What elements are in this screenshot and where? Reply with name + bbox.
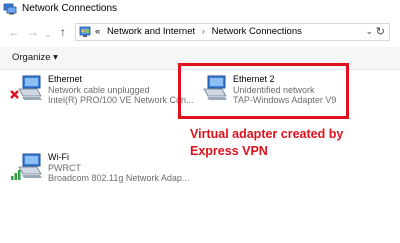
connection-status: Network cable unplugged bbox=[48, 84, 150, 95]
connection-details: Wi-Fi PWRCT Broadcom 802.11g Network Ada… bbox=[48, 152, 189, 184]
address-bar[interactable]: « Network and Internet › Network Connect… bbox=[75, 23, 390, 41]
navigation-row: ← → ⌄ ↑ « Network and Internet › Network… bbox=[0, 20, 400, 46]
up-arrow-icon[interactable]: ↑ bbox=[60, 25, 66, 39]
breadcrumb-network-and-internet[interactable]: Network and Internet bbox=[107, 26, 195, 37]
title-bar: Network Connections bbox=[0, 0, 400, 20]
organize-button[interactable]: Organize ▾ bbox=[12, 52, 58, 63]
address-dropdown-icon[interactable]: ⌄ bbox=[365, 26, 373, 37]
connection-details: Ethernet Network cable unplugged Intel(R… bbox=[48, 74, 194, 106]
wifi-icon bbox=[11, 153, 42, 180]
refresh-icon[interactable]: ↻ bbox=[376, 25, 385, 38]
recent-locations-chevron-icon[interactable]: ⌄ bbox=[44, 27, 52, 41]
window-title: Network Connections bbox=[22, 3, 118, 14]
back-arrow-icon[interactable]: ← bbox=[8, 25, 20, 39]
connection-wifi[interactable]: Wi-Fi PWRCT Broadcom 802.11g Network Ada… bbox=[10, 152, 200, 186]
forward-arrow-icon[interactable]: → bbox=[27, 25, 39, 39]
connection-status: PWRCT bbox=[48, 162, 81, 173]
ethernet-disconnected-icon bbox=[10, 75, 42, 100]
connection-adapter: Intel(R) PRO/100 VE Network Con... bbox=[48, 95, 194, 105]
annotation-text: Virtual adapter created by Express VPN bbox=[190, 127, 344, 158]
connection-name: Wi-Fi bbox=[48, 152, 69, 162]
network-connections-icon bbox=[3, 3, 17, 15]
breadcrumb-overflow[interactable]: « bbox=[95, 26, 100, 37]
breadcrumb-separator[interactable]: › bbox=[202, 26, 205, 37]
highlight-box bbox=[178, 63, 349, 119]
connection-adapter: Broadcom 802.11g Network Adap... bbox=[48, 173, 190, 183]
connection-ethernet[interactable]: Ethernet Network cable unplugged Intel(R… bbox=[10, 74, 194, 108]
control-panel-icon bbox=[79, 26, 91, 37]
breadcrumb: « Network and Internet › Network Connect… bbox=[95, 26, 306, 37]
connection-name: Ethernet bbox=[48, 74, 83, 84]
breadcrumb-network-connections[interactable]: Network Connections bbox=[212, 26, 302, 37]
